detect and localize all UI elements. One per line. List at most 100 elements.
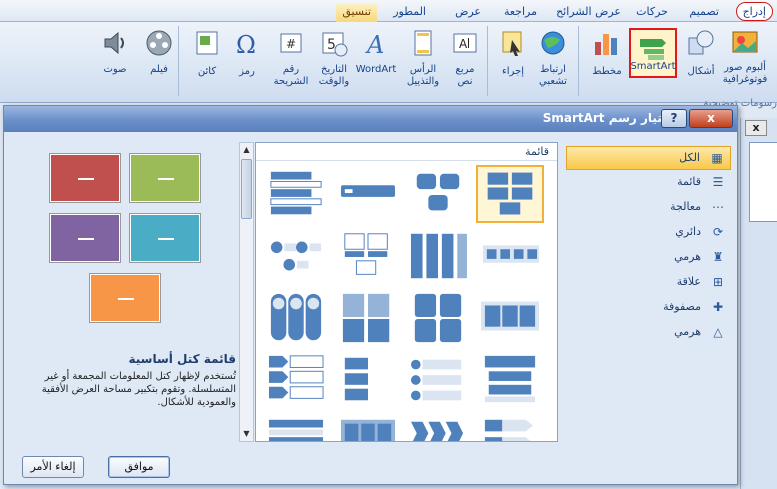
list-icon: ☰	[712, 175, 724, 189]
svg-text:A: A	[365, 31, 384, 58]
category-pyramid[interactable]: △ هرمي	[566, 321, 731, 345]
chart-button[interactable]: مخطط	[586, 26, 628, 92]
layout-trapezoid-list[interactable]	[404, 351, 472, 409]
scroll-thumb[interactable]	[241, 159, 252, 219]
action-icon	[502, 31, 522, 56]
slide-thumbnail[interactable]	[749, 142, 777, 222]
pane-close-icon[interactable]: x	[745, 120, 767, 136]
shapes-button[interactable]: أشكال	[680, 26, 722, 92]
category-label: الكل	[679, 151, 700, 164]
tab-insert[interactable]: إدراج	[735, 2, 773, 21]
film-reel-icon	[146, 30, 172, 56]
globe-link-icon	[541, 31, 565, 55]
omega-icon: Ω	[236, 31, 256, 58]
svg-text:A: A	[459, 37, 468, 51]
layout-picture-caption[interactable]	[334, 227, 402, 285]
slides-pane: x	[740, 118, 777, 489]
sound-label: صوت	[103, 64, 127, 75]
tab-design[interactable]: تصميم	[683, 3, 725, 22]
movie-button[interactable]: فيلم	[138, 26, 180, 92]
layout-arrow-list[interactable]	[476, 413, 544, 441]
process-icon: ⋯	[712, 200, 724, 214]
layout-alternating-blocks[interactable]	[404, 165, 472, 223]
wordart-icon: A	[365, 31, 384, 58]
help-button[interactable]: ?	[661, 109, 687, 128]
preview-block-green	[130, 154, 200, 202]
hierarchy-icon: ♜	[712, 250, 724, 264]
layout-stacked-bars[interactable]	[262, 413, 330, 441]
matrix-icon: ✚	[712, 300, 724, 314]
category-label: هرمي	[674, 250, 701, 263]
chart-icon	[595, 34, 617, 55]
category-all[interactable]: ▦ الكل	[566, 146, 731, 170]
cancel-button[interactable]: إلغاء الأمر	[22, 456, 84, 478]
tab-view[interactable]: عرض	[449, 3, 487, 22]
category-hierarchy[interactable]: ♜ هرمي	[566, 246, 731, 270]
layout-descending-block-list[interactable]	[334, 351, 402, 409]
tab-slideshow[interactable]: عرض الشرائح	[550, 3, 627, 22]
photo-album-button[interactable]: ألبوم صور فوتوغرافية	[723, 26, 767, 92]
ribbon-tab-bar: إدراج تصميم حركات عرض الشرائح مراجعة عرض…	[0, 0, 777, 22]
photo-album-icon	[732, 31, 758, 53]
category-list: ▦ الكل ☰ قائمة ⋯ معالجة ⟳ دائري ♜ هرمي ⊞…	[566, 146, 731, 446]
hyperlink-button[interactable]: ارتباط تشعبي	[532, 26, 574, 92]
category-label: علاقة	[676, 275, 701, 288]
slide-number-button[interactable]: # رقم الشريحة	[270, 26, 312, 92]
layout-grouped-list[interactable]	[476, 227, 544, 285]
smartart-dialog: اختيار رسم SmartArt ? x ▦ الكل ☰ قائمة ⋯…	[3, 105, 738, 485]
sound-button[interactable]: صوت	[94, 26, 136, 92]
layout-horizontal-list[interactable]	[476, 289, 544, 347]
all-icon: ▦	[711, 151, 723, 165]
gallery-scrollbar[interactable]: ▲ ▼	[239, 142, 254, 442]
ribbon: ألبوم صور فوتوغرافية أشكال SmartArt مخطط…	[0, 22, 777, 109]
header-footer-button[interactable]: الرأس والتذييل	[402, 26, 444, 92]
layout-vertical-bullet[interactable]	[262, 165, 330, 223]
ok-button[interactable]: موافق	[108, 456, 170, 478]
gallery-header: قائمة	[256, 143, 557, 161]
category-label: قائمة	[677, 175, 701, 188]
tab-developer[interactable]: المطور	[387, 3, 432, 22]
action-button[interactable]: إجراء	[492, 26, 534, 92]
scroll-down-icon[interactable]: ▼	[241, 428, 252, 440]
preview-block-red	[50, 154, 120, 202]
category-process[interactable]: ⋯ معالجة	[566, 196, 731, 220]
category-cycle[interactable]: ⟳ دائري	[566, 221, 731, 245]
textbox-icon: A	[453, 33, 477, 53]
pyramid-icon: △	[713, 325, 723, 339]
shapes-icon	[688, 30, 714, 55]
svg-text:Ω: Ω	[236, 31, 256, 58]
scroll-up-icon[interactable]: ▲	[241, 144, 252, 156]
layout-circle-list[interactable]	[262, 227, 330, 285]
symbol-button[interactable]: Ω رمز	[226, 26, 268, 92]
object-button[interactable]: كائن	[186, 26, 228, 92]
tab-format[interactable]: تنسيق	[336, 3, 377, 22]
category-matrix[interactable]: ✚ مصفوفة	[566, 296, 731, 320]
calendar-icon: 5	[322, 32, 348, 57]
layout-vertical-chevron[interactable]	[262, 351, 330, 409]
dialog-titlebar[interactable]: اختيار رسم SmartArt ? x	[4, 106, 737, 132]
smartart-icon	[640, 39, 666, 60]
tab-review[interactable]: مراجعة	[498, 3, 543, 22]
layout-basic-block-list[interactable]	[476, 165, 544, 223]
layout-chevron-list[interactable]	[404, 413, 472, 441]
layout-horizontal-bullet[interactable]	[334, 165, 402, 223]
category-relationship[interactable]: ⊞ علاقة	[566, 271, 731, 295]
dialog-title: اختيار رسم SmartArt	[542, 111, 675, 125]
tab-animations[interactable]: حركات	[630, 3, 674, 22]
preview-block-orange	[90, 274, 160, 322]
close-button[interactable]: x	[689, 109, 733, 128]
layout-vertical-box-list[interactable]	[404, 227, 472, 285]
layout-lined-list[interactable]	[334, 289, 402, 347]
slide-number-icon: #	[280, 33, 302, 53]
layout-circular-picture-list[interactable]	[262, 289, 330, 347]
layout-bending-block[interactable]	[334, 413, 402, 441]
preview-block-teal	[130, 214, 200, 262]
category-list-item[interactable]: ☰ قائمة	[566, 171, 731, 195]
category-label: دائري	[675, 225, 701, 238]
layout-table-list[interactable]	[476, 351, 544, 409]
layout-preview: قائمة كتل أساسية تُستخدم لإظهار كتل المع…	[20, 142, 238, 442]
smartart-button[interactable]: SmartArt	[629, 28, 677, 78]
svg-text:#: #	[286, 37, 296, 51]
layout-stacked-list[interactable]	[404, 289, 472, 347]
header-footer-label-2: والتذييل	[406, 76, 440, 87]
